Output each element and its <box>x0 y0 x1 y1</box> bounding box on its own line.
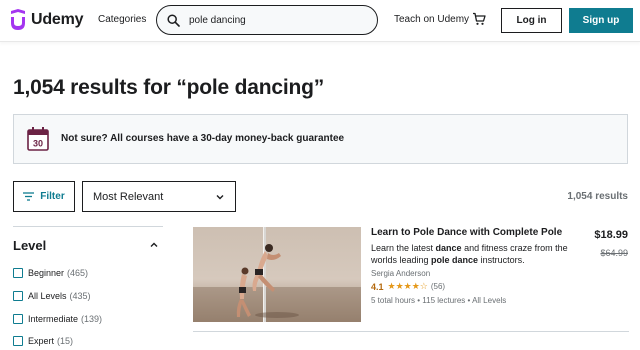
level-option-beginner[interactable]: Beginner (465) <box>13 268 88 278</box>
level-option-all-levels[interactable]: All Levels (435) <box>13 291 91 301</box>
guarantee-banner: 30 Not sure? All courses have a 30-day m… <box>13 114 628 164</box>
checkbox[interactable] <box>13 268 23 278</box>
level-option-count: (15) <box>57 336 74 346</box>
level-option-label: Beginner <box>28 268 65 278</box>
teach-link[interactable]: Teach on Udemy <box>394 14 469 25</box>
brand-name: Udemy <box>31 11 84 28</box>
udemy-logo-icon <box>11 9 25 30</box>
login-button[interactable]: Log in <box>501 8 562 33</box>
desc-highlight: dance <box>435 243 462 253</box>
cart-icon[interactable] <box>472 12 486 26</box>
checkbox[interactable] <box>13 336 23 346</box>
filter-icon <box>23 192 35 201</box>
chevron-up-icon[interactable] <box>149 240 159 250</box>
course-price: $18.99 <box>594 229 628 241</box>
level-filter-heading[interactable]: Level <box>13 238 46 253</box>
search-bar[interactable] <box>156 5 378 35</box>
star-rating-icon: ★★★★☆ <box>387 281 428 291</box>
course-thumbnail[interactable] <box>193 227 361 322</box>
course-meta: 5 total hours • 115 lectures • All Level… <box>371 296 507 305</box>
level-option-count: (139) <box>81 314 103 324</box>
level-option-count: (465) <box>67 268 89 278</box>
search-input[interactable] <box>189 12 369 28</box>
categories-menu[interactable]: Categories <box>98 14 146 25</box>
search-icon[interactable] <box>167 14 180 27</box>
sort-value: Most Relevant <box>93 191 164 203</box>
checkbox[interactable] <box>13 314 23 324</box>
course-original-price: $64.99 <box>600 248 628 258</box>
desc-text: instructors. <box>478 255 525 265</box>
level-option-count: (435) <box>69 291 91 301</box>
sort-dropdown[interactable]: Most Relevant <box>82 181 236 212</box>
course-description: Learn the latest dance and fitness craze… <box>371 242 571 266</box>
chevron-down-icon <box>216 195 224 200</box>
level-option-expert[interactable]: Expert (15) <box>13 336 73 346</box>
desc-highlight: pole dance <box>431 255 479 265</box>
rating-value: 4.1 <box>371 281 384 292</box>
signup-button[interactable]: Sign up <box>569 8 633 33</box>
sidebar-divider <box>13 226 163 227</box>
level-option-label: Expert <box>28 336 55 346</box>
results-count: 1,054 results <box>567 191 628 202</box>
course-instructor: Sergia Anderson <box>371 269 431 278</box>
top-navbar: Udemy Categories Teach on Udemy Log in S… <box>0 0 640 42</box>
page-title: 1,054 results for “pole dancing” <box>13 76 325 99</box>
udemy-logo[interactable]: Udemy <box>8 8 84 32</box>
rating-count: (56) <box>430 282 446 291</box>
filter-label: Filter <box>40 191 65 202</box>
level-option-label: All Levels <box>28 291 67 301</box>
guarantee-text: Not sure? All courses have a 30-day mone… <box>61 133 345 144</box>
course-title[interactable]: Learn to Pole Dance with Complete Pole <box>371 227 581 238</box>
level-option-intermediate[interactable]: Intermediate (139) <box>13 314 102 324</box>
calendar-icon: 30 <box>27 127 49 151</box>
checkbox[interactable] <box>13 291 23 301</box>
level-option-label: Intermediate <box>28 314 79 324</box>
filter-button[interactable]: Filter <box>13 181 75 212</box>
card-divider <box>193 331 629 332</box>
pole-dancer-image <box>193 227 361 322</box>
calendar-number: 30 <box>33 139 43 149</box>
desc-text: Learn the latest <box>371 243 436 253</box>
course-rating: 4.1 ★★★★☆ (56) <box>371 281 445 292</box>
